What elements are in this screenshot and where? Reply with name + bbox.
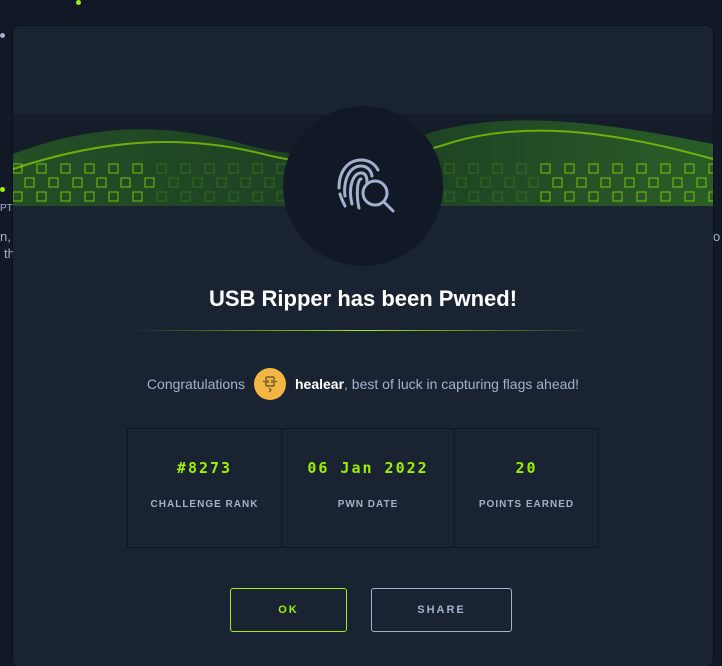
pwned-modal: USB Ripper has been Pwned! Congratulatio… <box>13 26 713 666</box>
status-dot <box>0 187 5 192</box>
stat-points-earned: 20 POINTS EARNED <box>454 429 598 547</box>
background-text: o <box>713 229 721 244</box>
stats-panel: #8273 CHALLENGE RANK 06 Jan 2022 PWN DAT… <box>127 428 599 548</box>
status-dot <box>76 0 81 5</box>
status-dot <box>0 33 5 38</box>
congrats-message: Congratulations healear , best of luck i… <box>13 368 713 400</box>
congrats-prefix: Congratulations <box>146 376 245 392</box>
modal-title: USB Ripper has been Pwned! <box>208 286 518 311</box>
fingerprint-search-icon <box>325 146 401 227</box>
congrats-suffix: , best of luck in capturing flags ahead! <box>344 376 580 392</box>
challenge-badge <box>283 106 443 266</box>
stat-label: PWN DATE <box>337 499 399 510</box>
title-divider <box>128 330 598 331</box>
share-button[interactable]: SHARE <box>371 588 512 632</box>
stat-label: CHALLENGE RANK <box>150 499 259 510</box>
username-link[interactable]: healear <box>295 376 344 392</box>
stat-challenge-rank: #8273 CHALLENGE RANK <box>128 429 281 547</box>
user-avatar-icon[interactable] <box>253 368 286 400</box>
stat-value: #8273 <box>176 459 233 477</box>
background-text: PT <box>0 203 13 214</box>
ok-button[interactable]: OK <box>230 588 347 632</box>
stat-label: POINTS EARNED <box>478 499 575 510</box>
stat-pwn-date: 06 Jan 2022 PWN DATE <box>281 429 454 547</box>
stat-value: 06 Jan 2022 <box>307 459 429 477</box>
stat-value: 20 <box>515 459 538 477</box>
